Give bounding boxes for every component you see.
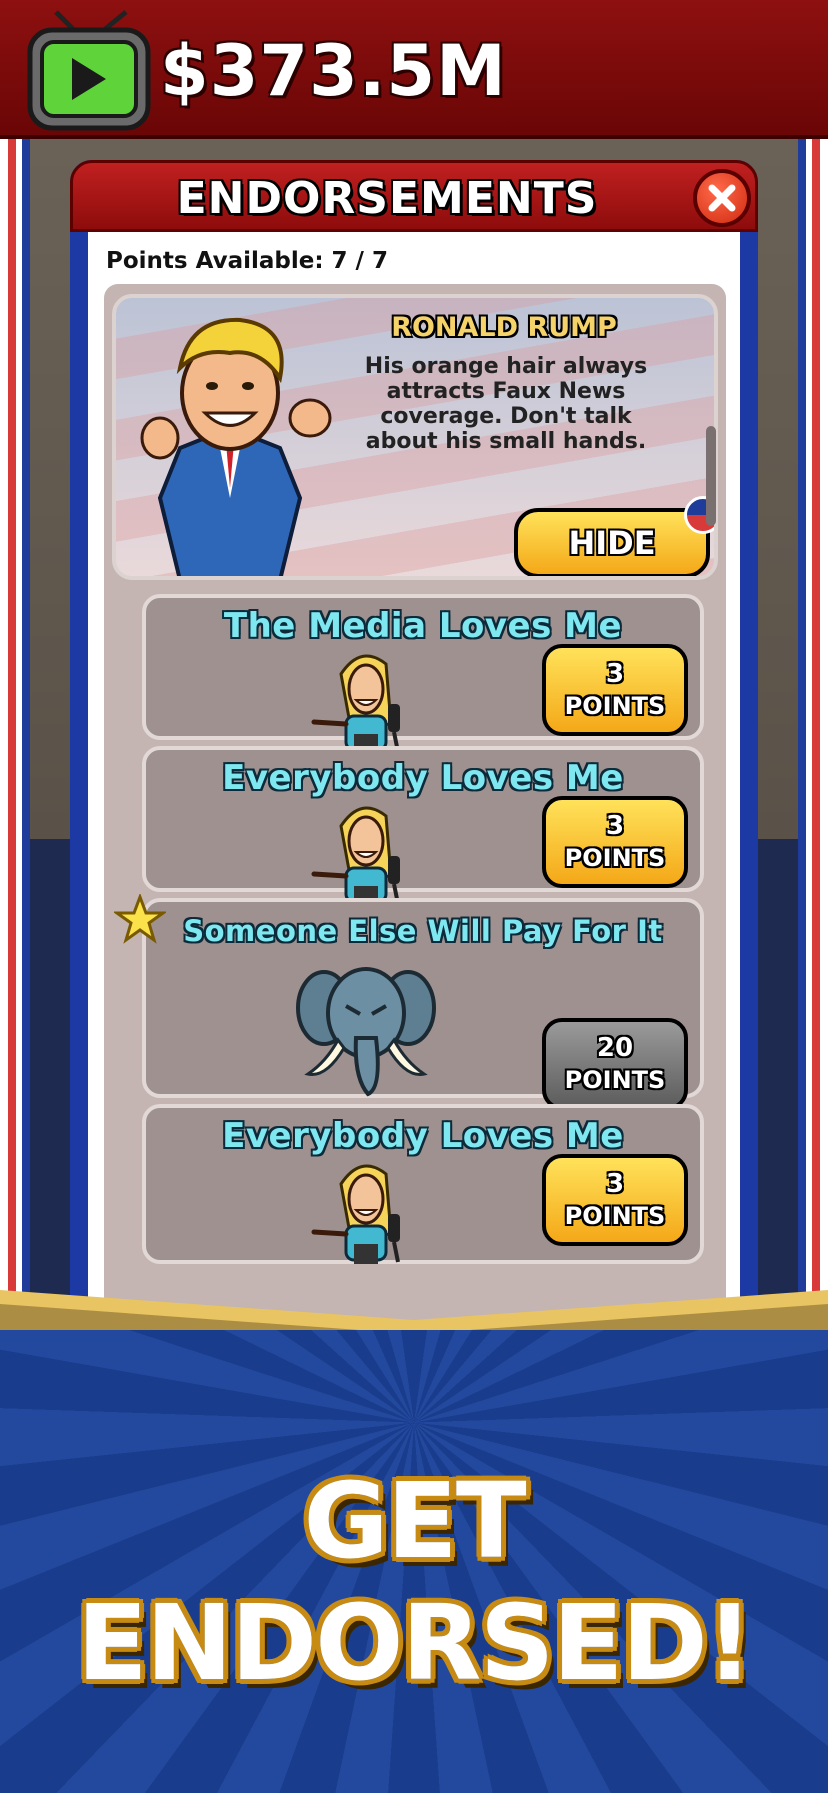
points-value: 3 <box>605 1169 625 1199</box>
character-name: RONALD RUMP <box>391 312 617 343</box>
endorsement-card[interactable]: Someone Else Will Pay For It 20 POINTS <box>114 894 704 1110</box>
points-label: POINTS <box>564 844 666 872</box>
selected-character-card: RONALD RUMP His orange hair always attra… <box>112 294 718 580</box>
hide-button[interactable]: HIDE <box>514 508 710 576</box>
points-value: 20 <box>596 1033 634 1063</box>
points-label: POINTS <box>564 1202 666 1230</box>
scrollbar[interactable] <box>706 426 716 526</box>
endorsement-card[interactable]: The Media Loves Me 3 POINTS <box>142 594 704 754</box>
dialog-title: ENDORSEMENTS <box>176 173 598 224</box>
elephant-icon <box>296 967 436 1097</box>
points-value: 3 <box>605 811 625 841</box>
points-button[interactable]: 3 POINTS <box>542 1154 688 1246</box>
points-value: 3 <box>605 659 625 689</box>
points-label: POINTS <box>564 1066 666 1094</box>
top-bar: $373.5M <box>0 0 828 139</box>
reporter-icon <box>311 1164 400 1264</box>
points-label: POINTS <box>564 692 666 720</box>
endorsement-title: Everybody Loves Me <box>222 758 624 798</box>
endorsement-card[interactable]: Everybody Loves Me 3 POINTS <box>142 1104 704 1264</box>
money-counter: $373.5M <box>160 30 507 112</box>
close-button[interactable] <box>693 169 751 227</box>
close-icon <box>708 184 736 212</box>
endorsement-title: Someone Else Will Pay For It <box>183 914 663 948</box>
endorsements-dialog: ENDORSEMENTS Points Available: 7 / 7 RON… <box>70 160 758 1334</box>
character-portrait <box>140 317 332 576</box>
points-available: Points Available: 7 / 7 <box>106 248 388 274</box>
flag-stripe-right <box>798 139 828 1299</box>
dialog-header: ENDORSEMENTS <box>70 160 758 232</box>
tv-video-icon[interactable] <box>26 8 152 132</box>
endorsement-title: Everybody Loves Me <box>222 1116 624 1156</box>
endorsement-title: The Media Loves Me <box>223 606 623 646</box>
points-button-locked[interactable]: 20 POINTS <box>542 1018 688 1110</box>
reporter-icon <box>311 806 400 906</box>
flag-stripe-left <box>0 139 30 1299</box>
points-button[interactable]: 3 POINTS <box>542 796 688 888</box>
character-description: His orange hair always attracts Faux New… <box>364 354 648 454</box>
dialog-body: Points Available: 7 / 7 RONALD RUMP His … <box>88 232 740 1334</box>
points-button[interactable]: 3 POINTS <box>542 644 688 736</box>
reporter-icon <box>311 654 400 754</box>
promo-banner-text: GET ENDORSED! <box>76 1460 754 1704</box>
endorsement-card[interactable]: Everybody Loves Me 3 POINTS <box>142 746 704 906</box>
